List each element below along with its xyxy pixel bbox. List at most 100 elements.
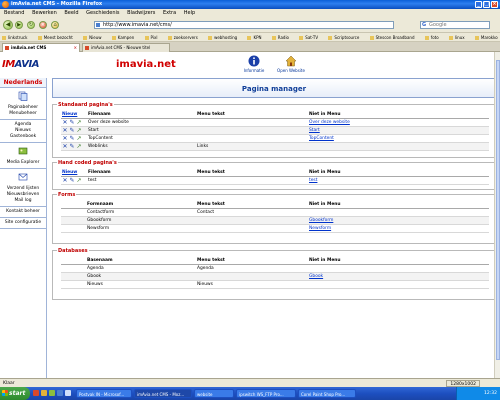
sidebar-item-mail-log[interactable]: Mail log — [0, 198, 46, 204]
column-header: Menu tekst — [197, 112, 225, 117]
url-field[interactable]: http://www.imavia.net/cms/ — [94, 21, 394, 29]
not-in-menu-link[interactable]: Newsform — [309, 225, 331, 233]
tab-imavia-cms[interactable]: imAvia.net CMS × — [2, 43, 80, 52]
imavia-logo: IMAVIA — [2, 59, 44, 72]
menu-extra[interactable]: Extra — [163, 10, 176, 16]
back-icon[interactable]: ◀ — [3, 20, 13, 30]
navigation-toolbar: ◀ ▶ ↻ × ⌂ http://www.imavia.net/cms/ G G… — [0, 17, 500, 33]
close-icon[interactable]: × — [74, 44, 77, 52]
taskbar-button[interactable]: Corel Paint Shop Pro... — [298, 389, 356, 398]
bookmark-item[interactable]: Nieuw — [83, 35, 101, 40]
bookmark-item[interactable]: Stescon Broadband — [370, 35, 415, 40]
new-page-link[interactable]: Nieuw — [62, 169, 77, 177]
menu-beeld[interactable]: Beeld — [64, 10, 78, 16]
forward-icon[interactable]: ▶ — [15, 21, 23, 29]
taskbar-button[interactable]: website — [194, 389, 234, 398]
maximize-button[interactable]: □ — [483, 1, 490, 8]
start-button[interactable]: start — [0, 387, 30, 400]
open-page-icon[interactable]: ↗ — [76, 128, 82, 134]
bookmark-item[interactable]: Pixl — [145, 35, 158, 40]
quicklaunch-icon[interactable] — [41, 390, 47, 396]
minimize-button[interactable]: _ — [475, 1, 482, 8]
row-actions: ✕ ✎ ↗ — [62, 120, 86, 126]
sidebar-section-kontakt: Kontakt beheer — [0, 207, 46, 218]
not-in-menu-link[interactable]: Start — [309, 127, 320, 135]
bookmark-item[interactable]: KPN — [247, 35, 261, 40]
scrollbar-thumb[interactable] — [496, 60, 500, 360]
not-in-menu-link[interactable]: TopContent — [309, 135, 334, 143]
search-input[interactable]: G Google — [420, 21, 490, 29]
sidebar-item-site-configuratie[interactable]: Site configuratie — [0, 220, 46, 226]
open-website-button[interactable]: Open Website — [271, 55, 311, 73]
quicklaunch-icon[interactable] — [33, 390, 39, 396]
informatie-button[interactable]: Informatie — [234, 55, 274, 73]
panel-title: Forms — [57, 192, 77, 198]
taskbar-button[interactable]: Postvak IN - Microsof... — [76, 389, 132, 398]
standard-pages-panel: Standaard pagina's Nieuw Filenaam Menu t… — [52, 102, 496, 158]
sidebar-item-kontakt-beheer[interactable]: Kontakt beheer — [0, 209, 46, 215]
taskbar-button[interactable]: ipswitch WS_FTP Pro... — [236, 389, 296, 398]
taskbar-button[interactable]: imAvia.net CMS - Moz... — [134, 389, 192, 398]
column-header: Menu tekst — [197, 202, 225, 207]
bookmark-item[interactable]: linkstruck — [2, 35, 27, 40]
sidebar-item-menubeheer[interactable]: Menubeheer — [0, 111, 46, 117]
delete-icon[interactable]: ✕ — [62, 128, 68, 134]
quicklaunch-icon[interactable] — [49, 390, 55, 396]
bookmark-item[interactable]: Radio — [272, 35, 289, 40]
database-name: Agenda — [87, 266, 104, 271]
bookmark-item[interactable]: linux — [449, 35, 465, 40]
bookmark-item[interactable]: webhosting — [208, 35, 237, 40]
bookmark-item[interactable]: foto — [425, 35, 439, 40]
new-page-link[interactable]: Nieuw — [62, 111, 77, 119]
menu-geschiedenis[interactable]: Geschiedenis — [86, 10, 119, 16]
not-in-menu-link[interactable]: Over deze website — [309, 119, 350, 127]
open-page-icon[interactable]: ↗ — [76, 178, 82, 184]
not-in-menu-link[interactable]: Gbook — [309, 273, 323, 281]
sidebar-item-media-explorer[interactable]: Media Explorer — [0, 160, 46, 166]
database-name: Gbook — [87, 274, 102, 279]
menu-bewerken[interactable]: Bewerken — [32, 10, 57, 16]
page-scrollbar[interactable] — [494, 52, 500, 378]
column-header: Niet in Menu — [309, 112, 341, 117]
sidebar-item-gastenboek[interactable]: Gastenboek — [0, 134, 46, 140]
edit-icon[interactable]: ✎ — [69, 120, 75, 126]
column-header: Basenaam — [87, 258, 113, 263]
bookmark-item[interactable]: Sat-TV — [299, 35, 318, 40]
edit-icon[interactable]: ✎ — [69, 178, 75, 184]
delete-icon[interactable]: ✕ — [62, 144, 68, 150]
bookmark-item[interactable]: Marokko — [475, 35, 498, 40]
quicklaunch-icon[interactable] — [65, 390, 71, 396]
url-text: http://www.imavia.net/cms/ — [103, 22, 172, 28]
window-close-button[interactable]: × — [491, 1, 498, 8]
home-icon[interactable]: ⌂ — [51, 21, 59, 29]
language-label[interactable]: Nederlands — [0, 78, 46, 88]
not-in-menu-link[interactable]: Gbookform — [309, 217, 333, 225]
edit-icon[interactable]: ✎ — [69, 144, 75, 150]
bookmark-item[interactable]: zoekservers — [168, 35, 198, 40]
tab-imavia-cms-nieuwe-titel[interactable]: imAvia.net CMS - Nieuwe titel — [82, 43, 170, 52]
reload-icon[interactable]: ↻ — [27, 21, 35, 29]
stop-icon[interactable]: × — [39, 21, 47, 29]
menu-bestand[interactable]: Bestand — [4, 10, 24, 16]
bookmark-item[interactable]: Scriptsource — [328, 35, 359, 40]
delete-icon[interactable]: ✕ — [62, 136, 68, 142]
edit-icon[interactable]: ✎ — [69, 136, 75, 142]
window-controls: _ □ × — [475, 1, 498, 8]
pages-icon — [18, 91, 28, 101]
edit-icon[interactable]: ✎ — [69, 128, 75, 134]
menu-text: Contact — [197, 210, 215, 215]
quicklaunch-icon[interactable] — [57, 390, 63, 396]
site-name: imavia.net — [116, 59, 176, 70]
not-in-menu-link[interactable]: test — [309, 177, 317, 185]
tab-label: imAvia.net CMS - Nieuwe titel — [91, 45, 151, 50]
open-page-icon[interactable]: ↗ — [76, 120, 82, 126]
delete-icon[interactable]: ✕ — [62, 178, 68, 184]
bookmark-item[interactable]: Meest bezocht — [38, 35, 73, 40]
menu-bladwijzers[interactable]: Bladwijzers — [127, 10, 155, 16]
menu-help[interactable]: Help — [184, 10, 195, 16]
tab-favicon — [85, 46, 89, 50]
open-page-icon[interactable]: ↗ — [76, 144, 82, 150]
open-page-icon[interactable]: ↗ — [76, 136, 82, 142]
delete-icon[interactable]: ✕ — [62, 120, 68, 126]
bookmark-item[interactable]: Kampen — [112, 35, 134, 40]
